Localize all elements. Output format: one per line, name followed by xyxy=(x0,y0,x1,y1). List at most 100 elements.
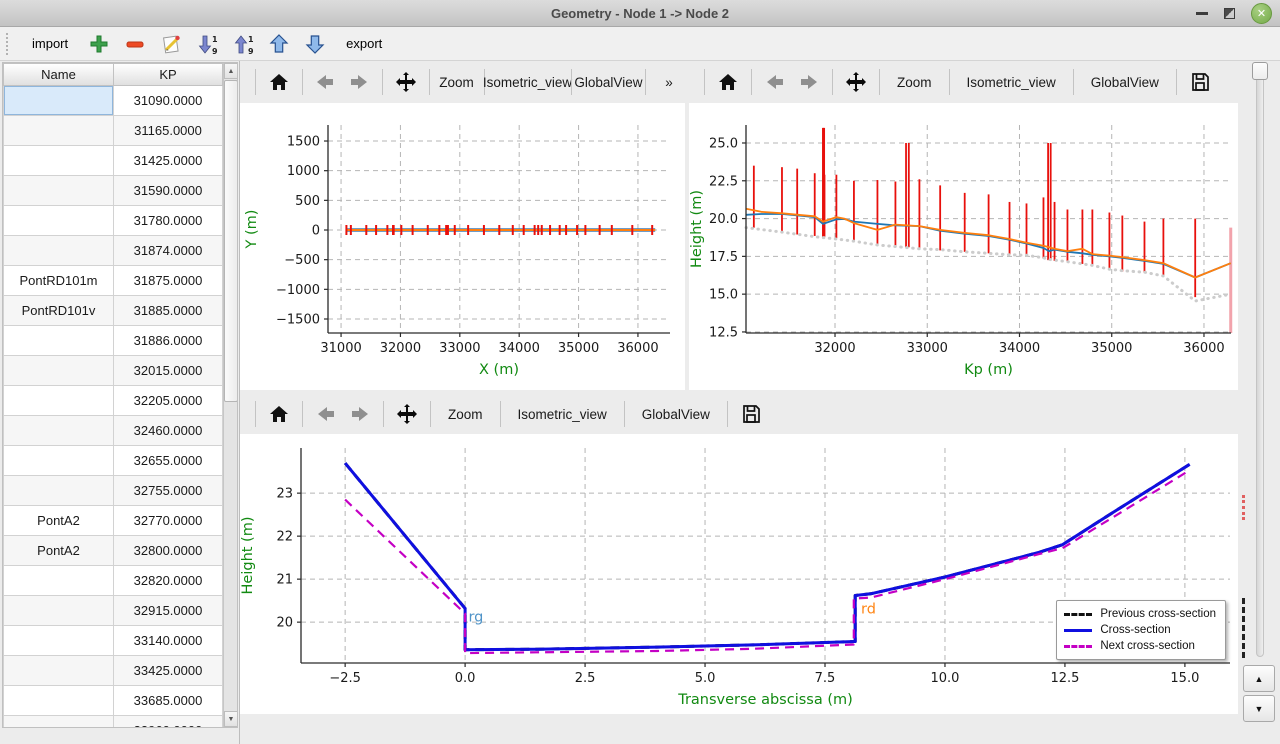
kp-cell[interactable]: 31425.0000 xyxy=(114,146,223,176)
back-button[interactable] xyxy=(310,399,342,429)
name-cell[interactable]: PontRD101v xyxy=(3,296,114,326)
isometric-view-button[interactable]: Isometric_view xyxy=(491,67,564,97)
name-cell[interactable] xyxy=(3,206,114,236)
table-row[interactable]: 31425.0000 xyxy=(3,146,223,176)
name-cell[interactable] xyxy=(3,176,114,206)
export-button[interactable]: export xyxy=(336,32,392,55)
isometric-view-button[interactable]: Isometric_view xyxy=(957,67,1066,97)
global-view-button[interactable]: GlobalView xyxy=(578,67,638,97)
cross-section-chart[interactable]: −2.50.02.55.07.510.012.515.023222120Tran… xyxy=(240,434,1238,714)
kp-cell[interactable]: 31874.0000 xyxy=(114,236,223,266)
sort-descending-button[interactable]: 1 9 xyxy=(192,30,222,58)
table-row[interactable]: 31874.0000 xyxy=(3,236,223,266)
table-row[interactable]: 33425.0000 xyxy=(3,656,223,686)
name-cell[interactable] xyxy=(3,416,114,446)
toolbar-drag-handle[interactable] xyxy=(6,33,12,55)
window-scrollbar-track[interactable] xyxy=(1256,63,1264,657)
scroll-up-button[interactable]: ▲ xyxy=(1243,665,1275,692)
name-cell[interactable] xyxy=(3,716,114,728)
table-row[interactable]: 31886.0000 xyxy=(3,326,223,356)
name-cell[interactable]: PontA2 xyxy=(3,536,114,566)
table-row[interactable]: 33685.0000 xyxy=(3,686,223,716)
table-scrollbar-thumb[interactable] xyxy=(224,80,238,402)
kp-cell[interactable]: 31885.0000 xyxy=(114,296,223,326)
name-cell[interactable] xyxy=(3,446,114,476)
home-button[interactable] xyxy=(712,67,744,97)
table-row[interactable]: 32755.0000 xyxy=(3,476,223,506)
name-cell[interactable] xyxy=(3,386,114,416)
name-cell[interactable] xyxy=(3,116,114,146)
pan-button[interactable] xyxy=(840,67,872,97)
sort-ascending-button[interactable]: 1 9 xyxy=(228,30,258,58)
move-up-button[interactable] xyxy=(264,30,294,58)
table-row[interactable]: 31165.0000 xyxy=(3,116,223,146)
kp-cell[interactable]: 33425.0000 xyxy=(114,656,223,686)
kp-cell[interactable]: 32460.0000 xyxy=(114,416,223,446)
kp-cell[interactable]: 32800.0000 xyxy=(114,536,223,566)
kp-cell[interactable]: 32755.0000 xyxy=(114,476,223,506)
global-view-button[interactable]: GlobalView xyxy=(1081,67,1169,97)
table-row[interactable]: 32205.0000 xyxy=(3,386,223,416)
name-cell[interactable] xyxy=(3,626,114,656)
restore-button[interactable] xyxy=(1224,8,1235,19)
plan-view-chart[interactable]: 3100032000330003400035000360001500100050… xyxy=(240,103,685,390)
table-row[interactable]: 31590.0000 xyxy=(3,176,223,206)
kp-cell[interactable]: 32770.0000 xyxy=(114,506,223,536)
table-row[interactable]: PontA232800.0000 xyxy=(3,536,223,566)
kp-cell[interactable]: 32655.0000 xyxy=(114,446,223,476)
kp-cell[interactable]: 31090.0000 xyxy=(114,86,223,116)
save-button[interactable] xyxy=(1184,67,1216,97)
kp-cell[interactable]: 32915.0000 xyxy=(114,596,223,626)
table-row[interactable]: PontA232770.0000 xyxy=(3,506,223,536)
scroll-down-arrow-icon[interactable]: ▼ xyxy=(224,711,238,727)
table-row[interactable]: 31780.0000 xyxy=(3,206,223,236)
isometric-view-button[interactable]: Isometric_view xyxy=(508,399,617,429)
titlebar[interactable]: Geometry - Node 1 -> Node 2 ✕ xyxy=(0,0,1280,27)
remove-row-button[interactable] xyxy=(120,30,150,58)
table-scrollbar[interactable]: ▲ ▼ xyxy=(223,63,237,727)
move-down-button[interactable] xyxy=(300,30,330,58)
name-cell[interactable]: PontA2 xyxy=(3,506,114,536)
home-button[interactable] xyxy=(263,399,295,429)
name-cell[interactable] xyxy=(3,326,114,356)
column-header-kp[interactable]: KP xyxy=(114,63,223,86)
home-button[interactable] xyxy=(263,67,295,97)
kp-cell[interactable]: 33960.0000 xyxy=(114,716,223,728)
kp-cell[interactable]: 32015.0000 xyxy=(114,356,223,386)
column-header-name[interactable]: Name xyxy=(3,63,114,86)
name-cell[interactable] xyxy=(3,566,114,596)
add-row-button[interactable] xyxy=(84,30,114,58)
zoom-button[interactable]: Zoom xyxy=(436,67,476,97)
kp-cell[interactable]: 31780.0000 xyxy=(114,206,223,236)
table-row[interactable]: 32655.0000 xyxy=(3,446,223,476)
profile-chart[interactable]: 320003300034000350003600025.022.520.017.… xyxy=(689,103,1238,390)
table-row[interactable]: 32015.0000 xyxy=(3,356,223,386)
save-button[interactable] xyxy=(735,399,767,429)
back-button[interactable] xyxy=(309,67,341,97)
kp-cell[interactable]: 32205.0000 xyxy=(114,386,223,416)
scroll-up-arrow-icon[interactable]: ▲ xyxy=(224,63,238,79)
zoom-button[interactable]: Zoom xyxy=(438,399,493,429)
toolbar-overflow-button[interactable]: » xyxy=(653,67,685,97)
forward-button[interactable] xyxy=(344,399,376,429)
forward-button[interactable] xyxy=(793,67,825,97)
name-cell[interactable] xyxy=(3,686,114,716)
name-cell[interactable] xyxy=(3,146,114,176)
window-scrollbar-thumb[interactable] xyxy=(1252,62,1268,80)
kp-cell[interactable]: 31165.0000 xyxy=(114,116,223,146)
global-view-button[interactable]: GlobalView xyxy=(632,399,720,429)
name-cell[interactable] xyxy=(3,86,114,116)
kp-cell[interactable]: 33140.0000 xyxy=(114,626,223,656)
kp-cell[interactable]: 33685.0000 xyxy=(114,686,223,716)
close-button[interactable]: ✕ xyxy=(1251,3,1272,24)
minimize-button[interactable] xyxy=(1196,12,1208,15)
kp-cell[interactable]: 32820.0000 xyxy=(114,566,223,596)
forward-button[interactable] xyxy=(343,67,375,97)
import-button[interactable]: import xyxy=(22,32,78,55)
pan-button[interactable] xyxy=(391,399,423,429)
table-row[interactable]: 33140.0000 xyxy=(3,626,223,656)
table-row[interactable]: 32460.0000 xyxy=(3,416,223,446)
table-row[interactable]: 32915.0000 xyxy=(3,596,223,626)
kp-cell[interactable]: 31590.0000 xyxy=(114,176,223,206)
kp-cell[interactable]: 31875.0000 xyxy=(114,266,223,296)
